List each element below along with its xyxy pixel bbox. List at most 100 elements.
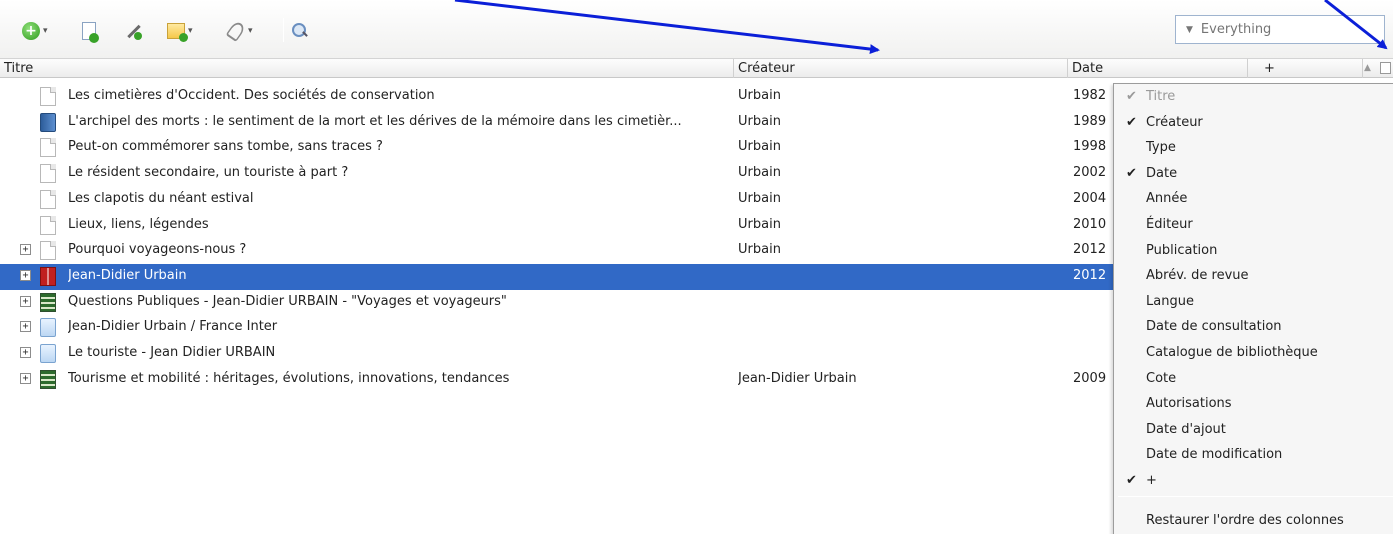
- attachment-button[interactable]: ▾: [225, 20, 253, 42]
- column-header-creator[interactable]: Créateur: [734, 59, 1068, 78]
- item-creator: [738, 315, 1068, 341]
- menu-item-column-toggle[interactable]: Publication: [1114, 238, 1393, 263]
- new-note-wand-icon: [124, 22, 142, 40]
- checkmark-icon: ✔: [1126, 473, 1137, 488]
- menu-item-column-toggle[interactable]: ✔ +: [1114, 468, 1393, 493]
- toolbar: + ▾ ▾ ▾ ▼: [0, 0, 1393, 58]
- book-icon: [40, 112, 56, 132]
- menu-item-label: Publication: [1146, 242, 1218, 258]
- item-creator: Urbain: [738, 165, 781, 181]
- item-date: 2004: [1073, 190, 1107, 206]
- menu-item-column-toggle[interactable]: Date de consultation: [1114, 314, 1393, 339]
- item-creator: Urbain: [738, 216, 781, 232]
- search-input[interactable]: [1200, 22, 1351, 37]
- new-item-icon: +: [22, 22, 40, 40]
- journal-article-icon: [40, 87, 56, 106]
- menu-item-column-toggle[interactable]: ✔ Créateur: [1114, 110, 1393, 135]
- column-header-extra[interactable]: +: [1248, 59, 1363, 78]
- web-page-icon: [40, 318, 56, 338]
- web-page-icon: [40, 344, 56, 363]
- checkmark-icon: ✔: [1126, 114, 1137, 130]
- add-by-identifier-icon: [82, 22, 99, 43]
- menu-item-column-toggle[interactable]: Type: [1114, 135, 1393, 160]
- new-item-button[interactable]: + ▾: [22, 20, 48, 42]
- checkmark-icon: ✔: [1126, 89, 1137, 104]
- menu-item-label: Catalogue de bibliothèque: [1146, 345, 1318, 360]
- menu-item-column-toggle[interactable]: Éditeur: [1114, 212, 1393, 237]
- item-date: 2012: [1073, 267, 1107, 283]
- attachment-dropdown-caret[interactable]: ▾: [248, 26, 253, 36]
- add-by-identifier-button[interactable]: [82, 20, 99, 43]
- item-title: Les clapotis du néant estival: [68, 190, 254, 206]
- item-creator: [738, 290, 1068, 316]
- toolbar-separator: [283, 18, 284, 42]
- item-creator: Urbain: [738, 190, 781, 206]
- column-header-date[interactable]: Date: [1068, 59, 1248, 78]
- menu-item-label: Éditeur: [1146, 217, 1193, 232]
- new-note-button[interactable]: ▾: [167, 20, 193, 42]
- expand-toggle[interactable]: +: [20, 321, 31, 333]
- column-header-bar: Titre Créateur Date + ▲: [0, 58, 1393, 78]
- journal-article-icon: [40, 138, 56, 158]
- item-date: 1998: [1073, 139, 1107, 155]
- item-creator: Urbain: [738, 113, 781, 129]
- item-title: Jean-Didier Urbain: [68, 267, 187, 283]
- new-item-dropdown-caret[interactable]: ▾: [43, 26, 48, 36]
- item-title: Le touriste - Jean Didier URBAIN: [68, 345, 276, 360]
- journal-article-icon: [40, 215, 56, 235]
- new-standalone-note-button[interactable]: [124, 20, 142, 42]
- item-title: Tourisme et mobilité : héritages, évolut…: [68, 370, 510, 386]
- menu-item-restore-column-order[interactable]: Restaurer l'ordre des colonnes: [1114, 508, 1393, 533]
- menu-item-label: Date: [1146, 165, 1178, 181]
- menu-item-label: Créateur: [1146, 114, 1203, 130]
- item-creator: Urbain: [738, 242, 781, 258]
- menu-item-column-toggle[interactable]: Autorisations: [1114, 391, 1393, 416]
- menu-item-column-toggle[interactable]: Date d'ajout: [1114, 417, 1393, 442]
- menu-item-label: Cote: [1146, 370, 1177, 386]
- item-creator: Jean-Didier Urbain: [738, 370, 857, 386]
- menu-item-column-toggle[interactable]: Catalogue de bibliothèque: [1114, 340, 1393, 365]
- expand-toggle[interactable]: +: [20, 347, 31, 358]
- menu-item-column-toggle[interactable]: ✔ Date: [1114, 161, 1393, 186]
- advanced-search-icon: [292, 23, 308, 39]
- advanced-search-button[interactable]: [292, 20, 308, 42]
- menu-item-label: Titre: [1146, 89, 1176, 104]
- menu-item-column-toggle[interactable]: Cote: [1114, 366, 1393, 391]
- item-date: 1989: [1073, 113, 1107, 129]
- item-date: 1982: [1073, 88, 1107, 103]
- column-header-title[interactable]: Titre: [0, 59, 734, 78]
- video-film-icon: [40, 369, 56, 389]
- sort-ascending-indicator: ▲: [1364, 63, 1371, 73]
- item-date: 2010: [1073, 216, 1107, 232]
- item-title: Pourquoi voyageons-nous ?: [68, 242, 247, 258]
- menu-item-column-toggle[interactable]: Année: [1114, 186, 1393, 211]
- menu-item-label: Abrév. de revue: [1146, 268, 1249, 284]
- menu-item-label: Langue: [1146, 293, 1194, 309]
- menu-item-label: Année: [1146, 191, 1188, 207]
- item-date: 2009: [1073, 370, 1107, 386]
- menu-item-column-toggle[interactable]: Abrév. de revue: [1114, 263, 1393, 288]
- menu-item-column-toggle[interactable]: Langue: [1114, 289, 1393, 314]
- new-note-dropdown-caret[interactable]: ▾: [188, 26, 193, 36]
- video-film-icon: [40, 292, 56, 312]
- search-mode-dropdown[interactable]: ▼: [1186, 25, 1193, 35]
- attachment-paperclip-icon: [225, 20, 247, 42]
- item-creator: [738, 264, 1068, 290]
- menu-item-label: Date de consultation: [1146, 319, 1282, 335]
- expand-toggle[interactable]: +: [20, 269, 31, 281]
- menu-item-column-toggle: ✔ Titre: [1114, 84, 1393, 109]
- expand-toggle[interactable]: +: [20, 295, 31, 307]
- expand-toggle[interactable]: +: [20, 372, 31, 384]
- item-title: Jean-Didier Urbain / France Inter: [68, 319, 278, 335]
- column-picker-menu: Restaurer l'ordre des colonnes ✔ Titre ✔ Cr…: [1113, 83, 1393, 534]
- menu-separator: [1118, 496, 1393, 497]
- item-title: Lieux, liens, légendes: [68, 216, 209, 232]
- menu-item-column-toggle[interactable]: Date de modification: [1114, 442, 1393, 467]
- expand-toggle[interactable]: +: [20, 244, 31, 256]
- menu-item-label: +: [1146, 473, 1157, 488]
- column-picker-button[interactable]: [1380, 62, 1391, 74]
- search-box[interactable]: ▼: [1175, 15, 1385, 44]
- item-date: [1073, 290, 1113, 316]
- item-title: Les cimetières d'Occident. Des sociétés …: [68, 88, 435, 103]
- encyclopedia-icon: [40, 266, 56, 286]
